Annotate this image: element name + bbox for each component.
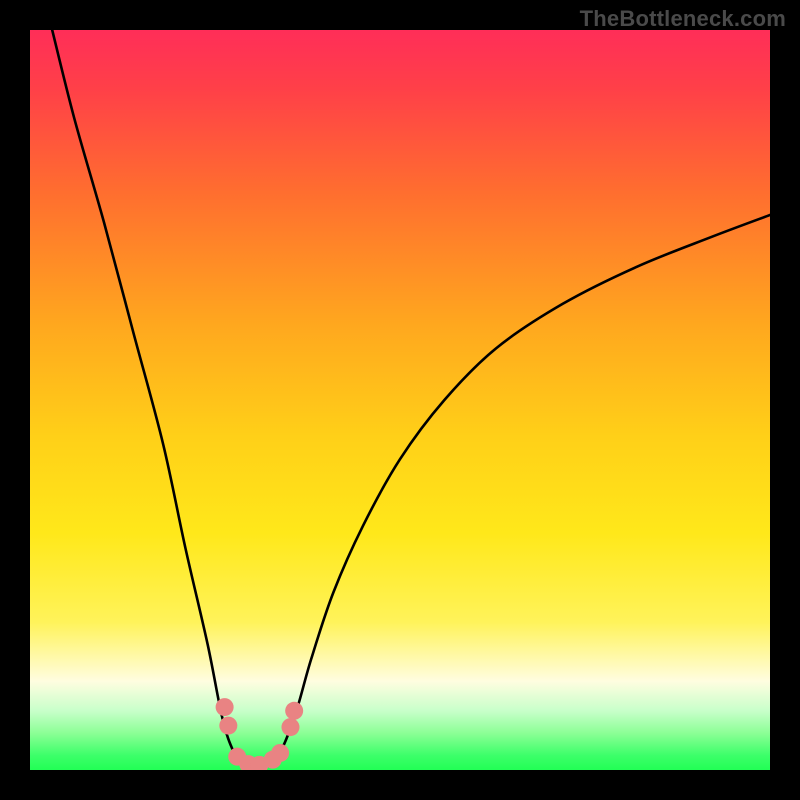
data-marker [271, 744, 289, 762]
data-marker [219, 717, 237, 735]
bottleneck-chart [30, 30, 770, 770]
data-markers [216, 698, 304, 770]
bottleneck-curve [52, 30, 770, 768]
watermark-text: TheBottleneck.com [580, 6, 786, 32]
data-marker [285, 702, 303, 720]
plot-area [30, 30, 770, 770]
data-marker [281, 718, 299, 736]
data-marker [216, 698, 234, 716]
chart-frame: TheBottleneck.com [0, 0, 800, 800]
